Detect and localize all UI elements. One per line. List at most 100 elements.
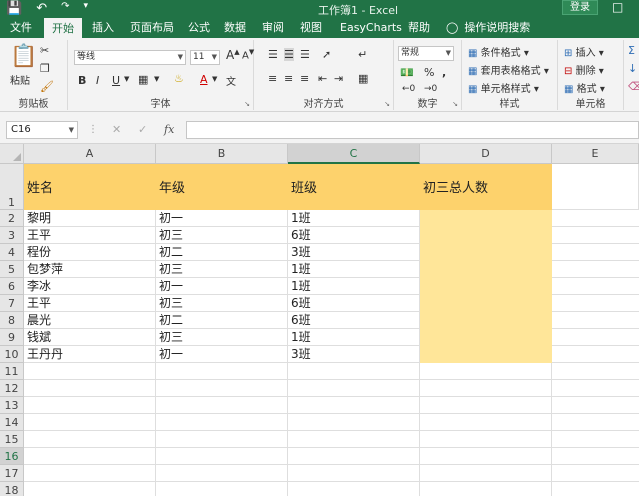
table-cell[interactable]: 晨光 — [24, 312, 156, 329]
dialog-launcher-icon[interactable]: ↘ — [244, 100, 250, 108]
font-size-combo[interactable]: 11 ▼ — [190, 50, 220, 65]
underline-button[interactable]: U — [112, 74, 120, 87]
row-header-16[interactable]: 16 — [0, 448, 24, 465]
column-header-b[interactable]: B — [156, 144, 288, 164]
chevron-down-icon[interactable]: ▼ — [154, 75, 159, 83]
redo-icon[interactable]: ↷ — [61, 1, 69, 16]
empty-cells-area[interactable] — [24, 363, 639, 496]
align-right-icon[interactable]: ≡ — [300, 72, 309, 85]
align-bottom-icon[interactable]: ☰ — [300, 48, 310, 61]
cell-e1[interactable] — [552, 164, 639, 210]
table-cell[interactable]: 王平 — [24, 227, 156, 244]
row-header-1[interactable]: 1 — [0, 164, 24, 210]
orientation-icon[interactable]: ➚ — [322, 48, 331, 61]
customize-qat-icon[interactable]: ▾ — [83, 1, 88, 16]
undo-icon[interactable]: ↶ — [36, 1, 47, 16]
row-header-2[interactable]: 2 — [0, 210, 24, 227]
cell-b1[interactable]: 年级 — [156, 164, 288, 210]
d-column-cells[interactable] — [420, 210, 552, 363]
row-header-11[interactable]: 11 — [0, 363, 24, 380]
table-cell[interactable]: 李冰 — [24, 278, 156, 295]
insert-cells-button[interactable]: ⊞ 插入 ▾ — [564, 44, 604, 59]
table-cell[interactable]: 包梦萍 — [24, 261, 156, 278]
shrink-font-icon[interactable]: A▼ — [242, 48, 254, 61]
row-header-15[interactable]: 15 — [0, 431, 24, 448]
tab-easycharts[interactable]: EasyCharts — [340, 18, 402, 38]
table-cell[interactable]: 1班 — [288, 261, 420, 278]
table-cell[interactable]: 程份 — [24, 244, 156, 261]
cut-icon[interactable]: ✂ — [40, 44, 49, 57]
tab-data[interactable]: 数据 — [224, 18, 246, 38]
chevron-down-icon[interactable]: ▼ — [212, 75, 217, 83]
row-header-12[interactable]: 12 — [0, 380, 24, 397]
align-middle-icon[interactable]: ☰ — [284, 48, 294, 61]
tab-home[interactable]: 开始 — [44, 18, 82, 38]
clear-icon[interactable]: ⌫ — [628, 80, 639, 93]
tab-view[interactable]: 视图 — [300, 18, 322, 38]
bold-button[interactable]: B — [78, 74, 86, 87]
table-cell[interactable]: 王平 — [24, 295, 156, 312]
column-e-cells[interactable] — [552, 210, 639, 363]
table-cell[interactable]: 6班 — [288, 227, 420, 244]
table-cell[interactable]: 初一 — [156, 278, 288, 295]
table-cell[interactable]: 初二 — [156, 312, 288, 329]
table-cell[interactable]: 6班 — [288, 295, 420, 312]
fill-icon[interactable]: ↓ — [628, 62, 637, 75]
row-header-3[interactable]: 3 — [0, 227, 24, 244]
row-header-4[interactable]: 4 — [0, 244, 24, 261]
row-header-8[interactable]: 8 — [0, 312, 24, 329]
fill-color-icon[interactable]: ♨ — [174, 72, 184, 85]
tab-help[interactable]: 帮助 — [408, 18, 430, 38]
cell-d1[interactable]: 初三总人数 — [420, 164, 552, 210]
decrease-indent-icon[interactable]: ⇤ — [318, 72, 327, 85]
login-button[interactable]: 登录 — [562, 0, 598, 15]
column-header-d[interactable]: D — [420, 144, 552, 164]
format-painter-icon[interactable]: 🖌 — [40, 80, 54, 93]
row-header-10[interactable]: 10 — [0, 346, 24, 363]
tab-formulas[interactable]: 公式 — [188, 18, 210, 38]
table-cell[interactable]: 钱斌 — [24, 329, 156, 346]
autosum-icon[interactable]: Σ — [628, 44, 635, 57]
table-cell[interactable]: 初三 — [156, 295, 288, 312]
formula-input[interactable] — [186, 121, 639, 139]
table-cell[interactable]: 王丹丹 — [24, 346, 156, 363]
table-cell[interactable]: 初一 — [156, 346, 288, 363]
select-all-button[interactable] — [0, 144, 24, 164]
cancel-icon[interactable]: ✕ — [112, 123, 121, 136]
decrease-decimal-icon[interactable]: →0 — [424, 84, 437, 94]
tab-file[interactable]: 文件 — [10, 18, 32, 38]
tab-page-layout[interactable]: 页面布局 — [130, 18, 174, 38]
row-header-14[interactable]: 14 — [0, 414, 24, 431]
table-cell[interactable]: 初二 — [156, 244, 288, 261]
chevron-down-icon[interactable]: ▼ — [124, 75, 129, 83]
font-name-combo[interactable]: 等线 ▼ — [74, 50, 186, 65]
table-cell[interactable]: 3班 — [288, 346, 420, 363]
grow-font-icon[interactable]: A▲ — [226, 48, 240, 62]
tab-insert[interactable]: 插入 — [92, 18, 114, 38]
row-header-6[interactable]: 6 — [0, 278, 24, 295]
tab-review[interactable]: 审阅 — [262, 18, 284, 38]
cell-styles-button[interactable]: ▦ 单元格样式 ▾ — [468, 80, 539, 95]
format-cells-button[interactable]: ▦ 格式 ▾ — [564, 80, 605, 95]
save-icon[interactable]: 💾 — [6, 1, 22, 16]
italic-button[interactable]: I — [96, 74, 99, 87]
conditional-formatting-button[interactable]: ▦ 条件格式 ▾ — [468, 44, 529, 59]
enter-icon[interactable]: ✓ — [138, 123, 147, 136]
column-header-e[interactable]: E — [552, 144, 639, 164]
tell-me-search[interactable]: ◯ 操作说明搜索 — [446, 18, 530, 38]
table-cell[interactable]: 初一 — [156, 210, 288, 227]
comma-button[interactable]: , — [442, 66, 446, 79]
currency-icon[interactable]: 💵 — [400, 66, 414, 79]
cell-a1[interactable]: 姓名 — [24, 164, 156, 210]
row-header-18[interactable]: 18 — [0, 482, 24, 496]
name-box[interactable]: C16 ▼ — [6, 121, 78, 139]
paste-icon[interactable]: 📋 — [10, 44, 37, 69]
row-header-17[interactable]: 17 — [0, 465, 24, 482]
insert-function-icon[interactable]: fx — [164, 123, 174, 136]
increase-decimal-icon[interactable]: ←0 — [402, 84, 415, 94]
align-top-icon[interactable]: ☰ — [268, 48, 278, 61]
paste-button[interactable]: 粘贴 — [10, 72, 30, 87]
row-header-13[interactable]: 13 — [0, 397, 24, 414]
column-header-c[interactable]: C — [288, 144, 420, 164]
merge-center-icon[interactable]: ▦ — [358, 72, 368, 85]
